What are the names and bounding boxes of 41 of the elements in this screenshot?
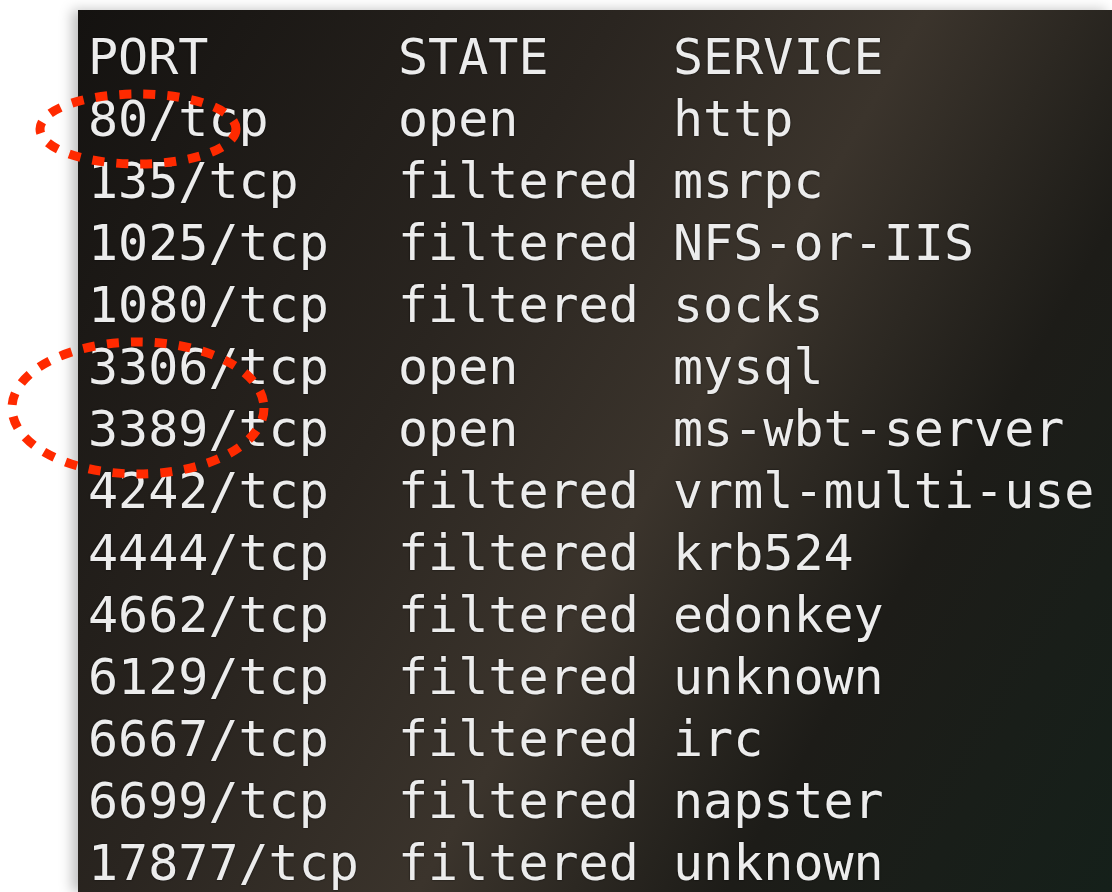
state-cell-text: open xyxy=(398,399,520,460)
service-cell-text: NFS-or-IIS xyxy=(673,213,976,274)
state-cell-text: filtered xyxy=(398,275,640,336)
column-header: SERVICE xyxy=(673,27,885,88)
state-cell-text: filtered xyxy=(398,585,640,646)
state-cell-text: open xyxy=(398,89,520,150)
port-cell-text: 3389/tcp xyxy=(88,399,330,460)
service-cell-text: krb524 xyxy=(673,523,855,584)
port-cell-text: 4242/tcp xyxy=(88,461,330,522)
service-cell-text: msrpc xyxy=(673,151,825,212)
state-cell-text: filtered xyxy=(398,523,640,584)
service-cell-text: irc xyxy=(673,709,765,770)
state-cell-text: filtered xyxy=(398,461,640,522)
service-cell-text: mysql xyxy=(673,337,825,398)
port-cell-text: 6667/tcp xyxy=(88,709,330,770)
service-cell-text: ms-wbt-server xyxy=(673,399,1066,460)
state-cell-text: filtered xyxy=(398,771,640,832)
service-cell-text: unknown xyxy=(673,647,885,708)
service-cell-text: socks xyxy=(673,275,825,336)
state-cell-text: filtered xyxy=(398,151,640,212)
port-cell-text: 4662/tcp xyxy=(88,585,330,646)
state-cell-text: open xyxy=(398,337,520,398)
state-cell-text: filtered xyxy=(398,213,640,274)
port-cell-text: 1025/tcp xyxy=(88,213,330,274)
service-cell-text: edonkey xyxy=(673,585,885,646)
port-cell-text: 17877/tcp xyxy=(88,833,360,892)
service-cell-text: http xyxy=(673,89,795,150)
column-header: STATE xyxy=(398,27,550,88)
service-cell-text: napster xyxy=(673,771,885,832)
port-cell-text: 4444/tcp xyxy=(88,523,330,584)
port-cell-text: 80/tcp xyxy=(88,89,270,150)
port-cell-text: 135/tcp xyxy=(88,151,300,212)
state-cell-text: filtered xyxy=(398,709,640,770)
service-cell-text: unknown xyxy=(673,833,885,892)
port-cell-text: 6699/tcp xyxy=(88,771,330,832)
service-cell-text: vrml-multi-use xyxy=(673,461,1096,522)
port-cell-text: 1080/tcp xyxy=(88,275,330,336)
state-cell-text: filtered xyxy=(398,833,640,892)
column-header: PORT xyxy=(88,27,210,88)
port-cell-text: 6129/tcp xyxy=(88,647,330,708)
state-cell-text: filtered xyxy=(398,647,640,708)
